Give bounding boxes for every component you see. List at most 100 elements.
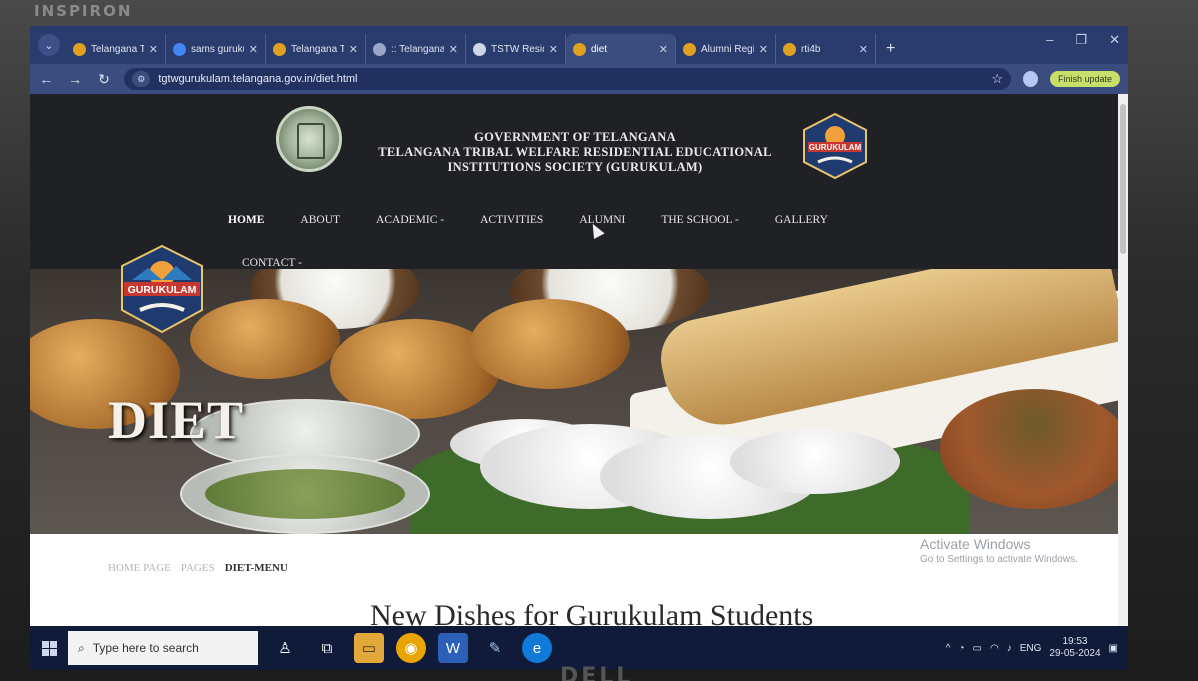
address-bar[interactable]: ⚙ tgtwgurukulam.telangana.gov.in/diet.ht… — [124, 68, 1012, 90]
file-explorer-icon[interactable]: ▭ — [354, 633, 384, 663]
nav-item-alumni[interactable]: ALUMNI — [579, 214, 625, 226]
nav-item-activities[interactable]: ACTIVITIES — [480, 214, 543, 226]
url-text: tgtwgurukulam.telangana.gov.in/diet.html — [158, 73, 358, 85]
main-nav: HOME ABOUT ACADEMIC - ACTIVITIES ALUMNI THE S… — [228, 214, 828, 226]
breadcrumb-pages[interactable]: PAGES — [181, 562, 215, 574]
browser-tab[interactable]: rti4b ✕ — [776, 34, 876, 64]
tab-title: Alumni Regi — [701, 43, 754, 55]
activate-title: Activate Windows — [920, 536, 1031, 552]
site-info-icon[interactable]: ⚙ — [132, 71, 151, 87]
gurukulam-logo[interactable]: GURUKULAM — [118, 244, 206, 334]
tab-close-icon[interactable]: ✕ — [149, 43, 158, 56]
forward-icon[interactable]: → — [67, 71, 84, 87]
tab-favicon-icon — [273, 42, 286, 56]
tab-close-icon[interactable]: ✕ — [449, 43, 458, 56]
breadcrumb-current: DIET-MENU — [224, 562, 288, 574]
nav-item-home[interactable]: HOME — [228, 214, 264, 226]
profile-avatar[interactable] — [1023, 71, 1038, 87]
browser-toolbar: ← → ↻ ⚙ tgtwgurukulam.telangana.gov.in/d… — [30, 64, 1128, 94]
site-title-line2: TELANGANA TRIBAL WELFARE RESIDENTIAL EDU… — [378, 145, 772, 159]
nav-item-contact[interactable]: CONTACT - — [242, 257, 302, 269]
site-header: GOVERNMENT OF TELANGANA TELANGANA TRIBAL… — [30, 94, 1128, 269]
idli — [730, 429, 900, 494]
browser-tab[interactable]: :: Telangana ✕ — [366, 34, 466, 64]
monitor-brand-label: INSPIRON — [34, 2, 133, 20]
breadcrumb: HOME PAGE PAGES DIET-MENU — [108, 562, 288, 574]
tab-title: :: Telangana — [391, 43, 444, 55]
logo-small-text: GURUKULAM — [809, 143, 862, 152]
tab-title: sams gurukul — [191, 43, 244, 55]
taskbar-search-box[interactable]: ⌕ Type here to search — [68, 631, 258, 665]
reload-icon[interactable]: ↻ — [96, 71, 113, 88]
green-chutney — [205, 469, 405, 519]
gurukulam-logo-small[interactable]: GURUKULAM — [800, 112, 870, 180]
nav-item-about[interactable]: ABOUT — [300, 214, 340, 226]
task-view-icon[interactable]: ⧉ — [312, 633, 342, 663]
breadcrumb-home[interactable]: HOME PAGE — [108, 562, 171, 574]
browser-tab[interactable]: Telangana Tr ✕ — [266, 34, 366, 64]
vada — [470, 299, 630, 389]
page-scrollbar[interactable] — [1118, 94, 1128, 626]
tray-chevron-icon[interactable]: ^ — [946, 643, 951, 654]
logo-text: GURUKULAM — [128, 284, 197, 296]
new-tab-button[interactable]: + — [876, 40, 905, 64]
tab-title: Telangana Tr — [91, 43, 144, 55]
tab-close-icon[interactable]: ✕ — [549, 43, 558, 56]
tab-close-icon[interactable]: ✕ — [249, 43, 258, 56]
tab-close-icon[interactable]: ✕ — [759, 43, 768, 56]
tab-search-button[interactable]: ⌄ — [38, 34, 60, 56]
minimize-icon[interactable]: – — [1046, 32, 1053, 48]
clock-date: 29-05-2024 — [1049, 648, 1101, 659]
finish-update-button[interactable]: Finish update — [1049, 71, 1121, 87]
system-tray: ^ ◔ ▭ ◠ ♪ ENG 19:53 29-05-2024 ▣ — [946, 636, 1128, 660]
language-indicator[interactable]: ENG — [1020, 643, 1042, 654]
nav-item-academic[interactable]: ACADEMIC - — [376, 214, 444, 226]
scrollbar-thumb[interactable] — [1120, 104, 1126, 254]
windows-logo-icon — [41, 640, 57, 656]
wifi-icon[interactable]: ◠ — [990, 643, 999, 654]
site-title: GOVERNMENT OF TELANGANA TELANGANA TRIBAL… — [360, 130, 790, 175]
cortana-figure-icon[interactable]: ♙ — [270, 633, 300, 663]
browser-tab[interactable]: TSTW Reside ✕ — [466, 34, 566, 64]
clock[interactable]: 19:53 29-05-2024 — [1049, 636, 1100, 660]
tab-favicon-icon — [683, 42, 696, 56]
clock-time: 19:53 — [1062, 636, 1088, 647]
curry-pot — [940, 389, 1128, 509]
chrome-icon[interactable]: ◉ — [396, 633, 426, 663]
tab-close-icon[interactable]: ✕ — [659, 43, 668, 56]
site-title-line3: INSTITUTIONS SOCIETY (GURUKULAM) — [447, 160, 703, 174]
tab-close-icon[interactable]: ✕ — [349, 43, 358, 56]
tab-favicon-icon — [783, 42, 796, 56]
back-icon[interactable]: ← — [38, 71, 55, 87]
screen: ⌄ Telangana Tr✕sams gurukul✕Telangana Tr… — [30, 26, 1128, 670]
bookmark-star-icon[interactable]: ☆ — [991, 71, 1003, 87]
volume-icon[interactable]: ♪ — [1007, 643, 1012, 654]
notification-icon[interactable]: ▣ — [1109, 643, 1118, 654]
meet-now-icon[interactable]: ◔ — [958, 643, 964, 654]
browser-tab[interactable]: Telangana Tr ✕ — [66, 34, 166, 64]
vada — [190, 299, 340, 379]
browser-tab[interactable]: Alumni Regi ✕ — [676, 34, 776, 64]
activate-windows-watermark: Activate Windows Go to Settings to activ… — [920, 536, 1078, 565]
section-heading: New Dishes for Gurukulam Students — [370, 599, 814, 626]
search-placeholder: Type here to search — [92, 641, 199, 655]
battery-icon[interactable]: ▭ — [973, 643, 982, 654]
nav-item-gallery[interactable]: GALLERY — [775, 214, 828, 226]
tab-favicon-icon — [373, 42, 386, 56]
edge-icon[interactable]: e — [522, 633, 552, 663]
tab-close-icon[interactable]: ✕ — [859, 43, 868, 56]
pen-app-icon[interactable]: ✎ — [480, 633, 510, 663]
start-button[interactable] — [30, 626, 68, 670]
tab-title: rti4b — [801, 43, 821, 55]
nav-item-the-school[interactable]: THE SCHOOL - — [661, 214, 739, 226]
telangana-emblem-icon — [276, 106, 342, 172]
web-page: GOVERNMENT OF TELANGANA TELANGANA TRIBAL… — [30, 94, 1128, 626]
word-icon[interactable]: W — [438, 633, 468, 663]
close-window-icon[interactable]: ✕ — [1109, 32, 1120, 48]
maximize-icon[interactable]: ❐ — [1075, 32, 1087, 48]
browser-tab[interactable]: diet ✕ — [566, 34, 676, 64]
window-controls: – ❐ ✕ — [1046, 32, 1120, 48]
tab-strip: ⌄ Telangana Tr✕sams gurukul✕Telangana Tr… — [30, 26, 1128, 64]
browser-tab[interactable]: sams gurukul ✕ — [166, 34, 266, 64]
tab-title: diet — [591, 43, 608, 55]
